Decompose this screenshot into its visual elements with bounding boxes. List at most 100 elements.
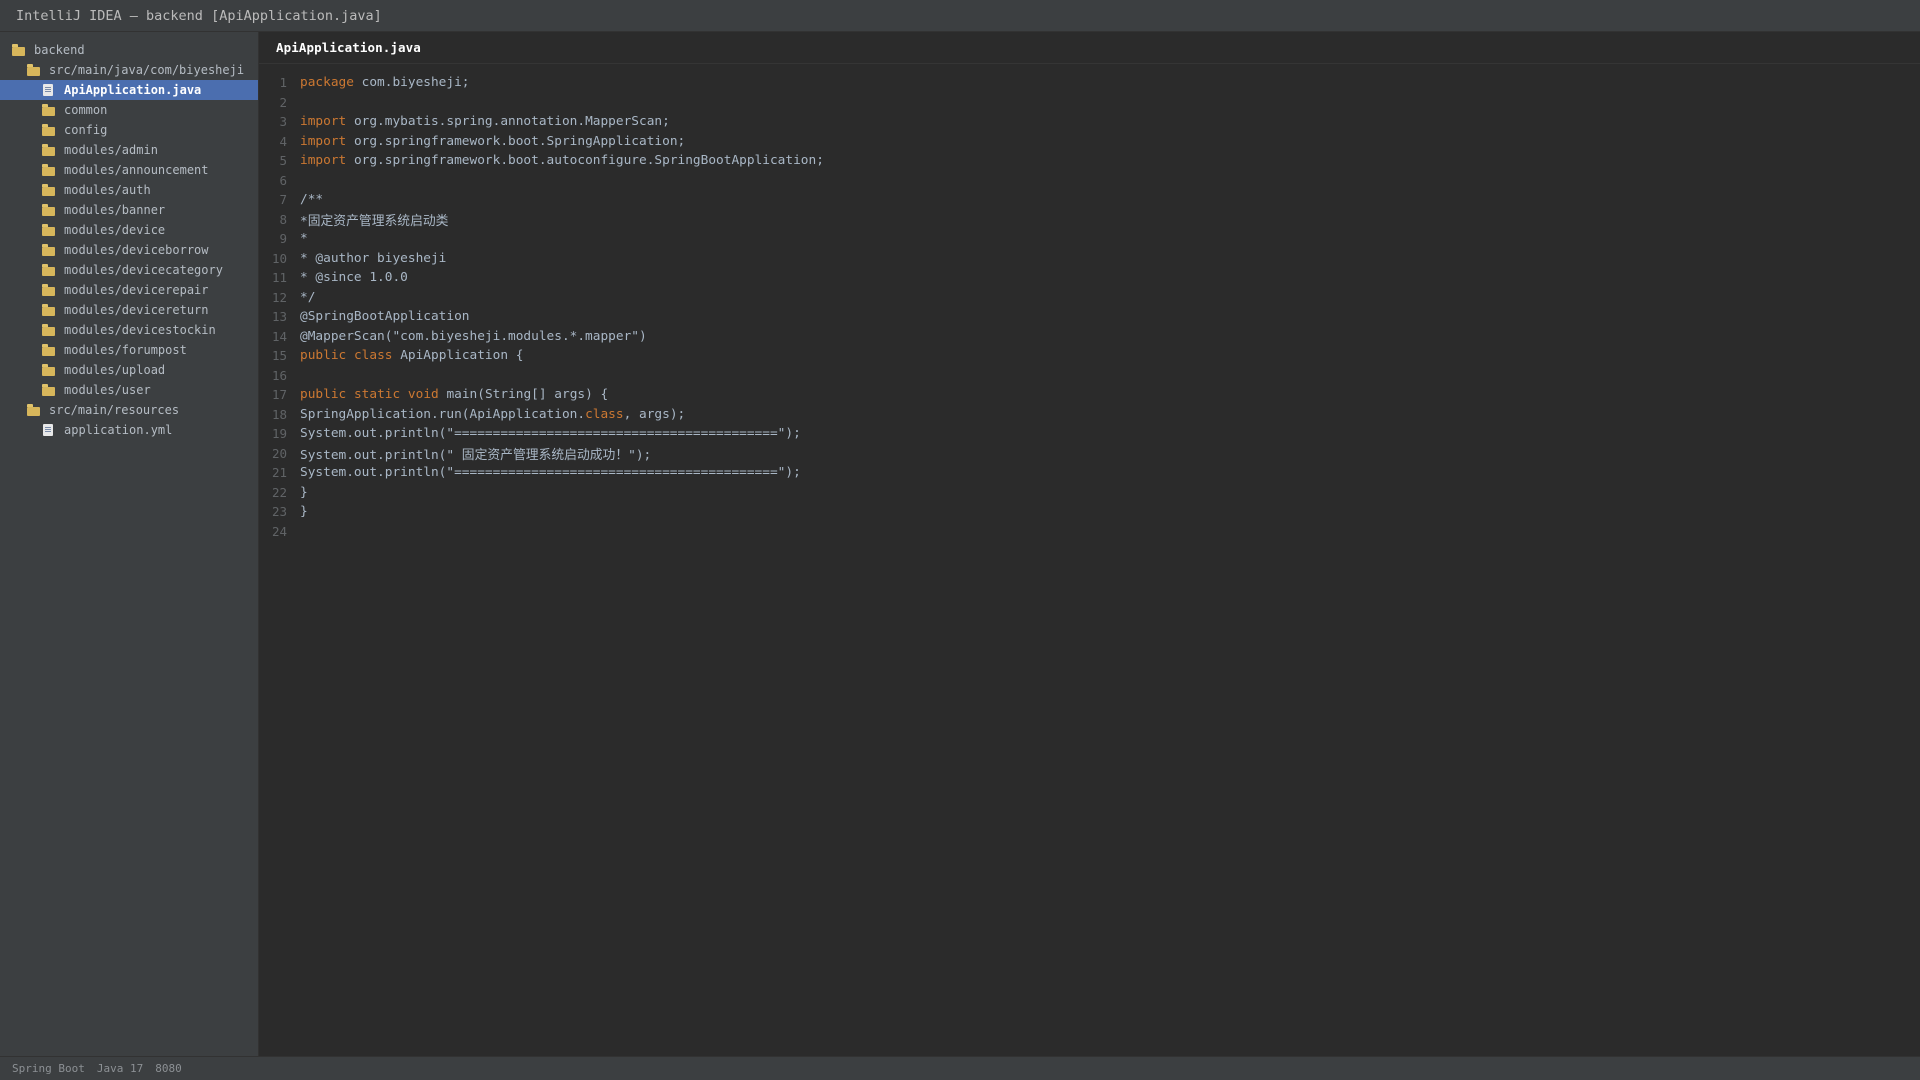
- code-line[interactable]: 24: [259, 522, 1920, 542]
- tree-item-label: modules/upload: [64, 363, 166, 377]
- tree-item[interactable]: src/main/resources: [0, 400, 258, 420]
- folder-icon: [42, 343, 55, 356]
- project-tree[interactable]: backend src/main/java/com/biyesheji ApiApp…: [0, 32, 259, 1056]
- folder-icon: [42, 123, 55, 136]
- code-line[interactable]: 18 SpringApplication.run(ApiApplication.c…: [259, 405, 1920, 425]
- tree-item-label: modules/devicecategory: [64, 263, 223, 277]
- line-number: 12: [271, 289, 287, 305]
- code-token: System.out.println("====================…: [300, 426, 801, 442]
- code-editor[interactable]: ApiApplication.java 1 package com.biyeshe…: [259, 32, 1920, 1056]
- line-number: 7: [279, 192, 287, 208]
- keyword-token: void: [407, 387, 439, 403]
- ide-window: IntelliJ IDEA — backend [ApiApplication.…: [0, 0, 1920, 1080]
- tree-item[interactable]: modules/devicerepair: [0, 280, 258, 300]
- tree-item[interactable]: modules/deviceborrow: [0, 240, 258, 260]
- code-text: }: [300, 485, 308, 500]
- tree-item[interactable]: modules/devicereturn: [0, 300, 258, 320]
- tree-item[interactable]: ApiApplication.java: [0, 80, 258, 100]
- code-line[interactable]: 13 @SpringBootApplication: [259, 307, 1920, 327]
- tree-item[interactable]: modules/upload: [0, 360, 258, 380]
- code-line[interactable]: 6: [259, 171, 1920, 191]
- code-line[interactable]: 22}: [259, 483, 1920, 503]
- line-number: 18: [271, 406, 287, 422]
- folder-icon: [42, 183, 55, 196]
- status-item: Spring Boot: [12, 1062, 85, 1075]
- code-line[interactable]: 5 import org.springframework.boot.autocon…: [259, 151, 1920, 171]
- tree-item-label: modules/deviceborrow: [64, 243, 209, 257]
- folder-icon: [42, 203, 55, 216]
- code-line[interactable]: 3 import org.mybatis.spring.annotation.Ma…: [259, 112, 1920, 132]
- tree-item[interactable]: config: [0, 120, 258, 140]
- folder-icon: [42, 223, 55, 236]
- code-line[interactable]: 14 @MapperScan("com.biyesheji.modules.*.m…: [259, 327, 1920, 347]
- editor-tab-active[interactable]: ApiApplication.java: [276, 40, 421, 55]
- code-text: @MapperScan("com.biyesheji.modules.*.map…: [300, 329, 647, 344]
- code-line[interactable]: 12 */: [259, 288, 1920, 308]
- code-token: @SpringBootApplication: [300, 309, 470, 325]
- code-token: * @author biyesheji: [300, 250, 447, 266]
- code-token: org.mybatis.spring.annotation.MapperScan…: [346, 114, 670, 130]
- tree-item[interactable]: modules/auth: [0, 180, 258, 200]
- line-number: 14: [271, 328, 287, 344]
- code-line[interactable]: 9 *: [259, 229, 1920, 249]
- code-token: *固定资产管理系统启动类: [300, 213, 449, 229]
- line-number: 15: [271, 348, 287, 364]
- folder-icon: [12, 43, 25, 56]
- code-line[interactable]: 4 import org.springframework.boot.SpringA…: [259, 132, 1920, 152]
- tree-item-label: modules/device: [64, 223, 166, 237]
- tree-item[interactable]: modules/device: [0, 220, 258, 240]
- keyword-token: import: [300, 133, 347, 149]
- tree-item[interactable]: modules/devicestockin: [0, 320, 258, 340]
- tree-item[interactable]: modules/forumpost: [0, 340, 258, 360]
- tree-item[interactable]: common: [0, 100, 258, 120]
- line-number: 1: [279, 75, 287, 91]
- tree-item-label: modules/announcement: [64, 163, 209, 177]
- code-line[interactable]: 16: [259, 366, 1920, 386]
- tree-item[interactable]: modules/user: [0, 380, 258, 400]
- code-text: */: [300, 290, 315, 305]
- tree-item[interactable]: modules/devicecategory: [0, 260, 258, 280]
- line-number: 21: [271, 465, 287, 481]
- code-line[interactable]: 17 public static void main(String[] args)…: [259, 385, 1920, 405]
- code-text: System.out.println(" 固定资产管理系统启动成功！");: [300, 444, 651, 463]
- status-item: Java 17: [96, 1062, 144, 1075]
- code-line[interactable]: 1 package com.biyesheji;: [259, 73, 1920, 93]
- keyword-token: static: [353, 387, 401, 403]
- tree-item-label: modules/forumpost: [64, 343, 187, 357]
- tree-item-label: src/main/resources: [49, 403, 180, 417]
- code-line[interactable]: 21 System.out.println("==================…: [259, 463, 1920, 483]
- code-line[interactable]: 23}: [259, 502, 1920, 522]
- line-number: 19: [271, 426, 287, 442]
- tree-item[interactable]: backend: [0, 40, 258, 60]
- line-number: 17: [271, 387, 287, 403]
- code-line[interactable]: 2: [259, 93, 1920, 113]
- line-number: 8: [279, 211, 287, 227]
- tree-item[interactable]: modules/banner: [0, 200, 258, 220]
- code-text: /**: [300, 192, 323, 207]
- tree-item[interactable]: application.yml: [0, 420, 258, 440]
- code-token: */: [300, 289, 316, 305]
- code-text: System.out.println("====================…: [300, 426, 801, 441]
- keyword-token: class: [353, 348, 393, 364]
- tree-item[interactable]: modules/announcement: [0, 160, 258, 180]
- code-line[interactable]: 10 * @author biyesheji: [259, 249, 1920, 269]
- window-title: IntelliJ IDEA — backend [ApiApplication.…: [16, 7, 382, 24]
- tree-item-label: src/main/java/com/biyesheji: [49, 63, 245, 77]
- code-line[interactable]: 19 System.out.println("==================…: [259, 424, 1920, 444]
- code-line[interactable]: 11 * @since 1.0.0: [259, 268, 1920, 288]
- tree-item[interactable]: src/main/java/com/biyesheji: [0, 60, 258, 80]
- code-token: org.springframework.boot.SpringApplicati…: [346, 133, 686, 149]
- folder-icon: [42, 243, 55, 256]
- tree-item[interactable]: modules/admin: [0, 140, 258, 160]
- folder-icon: [27, 63, 40, 76]
- code-line[interactable]: 7 /**: [259, 190, 1920, 210]
- code-area[interactable]: 1 package com.biyesheji; 2 3 import org.myba…: [259, 64, 1920, 541]
- code-line[interactable]: 20 System.out.println(" 固定资产管理系统启动成功！");: [259, 444, 1920, 464]
- code-line[interactable]: 8 *固定资产管理系统启动类: [259, 210, 1920, 230]
- code-line[interactable]: 15 public class ApiApplication {: [259, 346, 1920, 366]
- code-text: package com.biyesheji;: [300, 75, 470, 90]
- tree-item-label: modules/devicereturn: [64, 303, 209, 317]
- code-token: /**: [300, 192, 324, 208]
- line-number: 23: [271, 504, 287, 520]
